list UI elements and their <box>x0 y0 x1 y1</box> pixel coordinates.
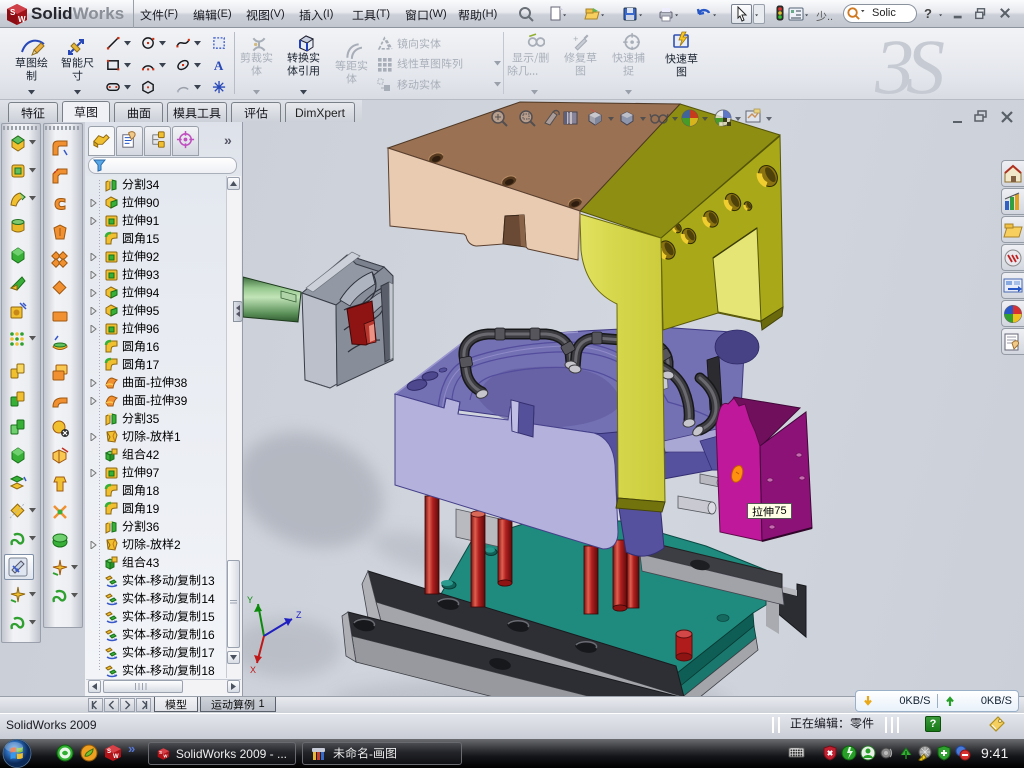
svg-text:W: W <box>18 15 26 24</box>
svg-text:!: ! <box>922 756 923 761</box>
svg-text:+: + <box>573 34 578 44</box>
svg-text:Z: Z <box>296 610 302 620</box>
svg-text:Y: Y <box>247 595 253 605</box>
svg-text:A: A <box>214 58 224 73</box>
svg-text:S: S <box>10 8 16 17</box>
svg-text:X: X <box>250 665 256 675</box>
svg-text:____: ____ <box>790 745 799 749</box>
svg-text:S: S <box>159 750 162 755</box>
svg-text:W: W <box>113 754 119 760</box>
svg-text:S: S <box>107 749 111 755</box>
